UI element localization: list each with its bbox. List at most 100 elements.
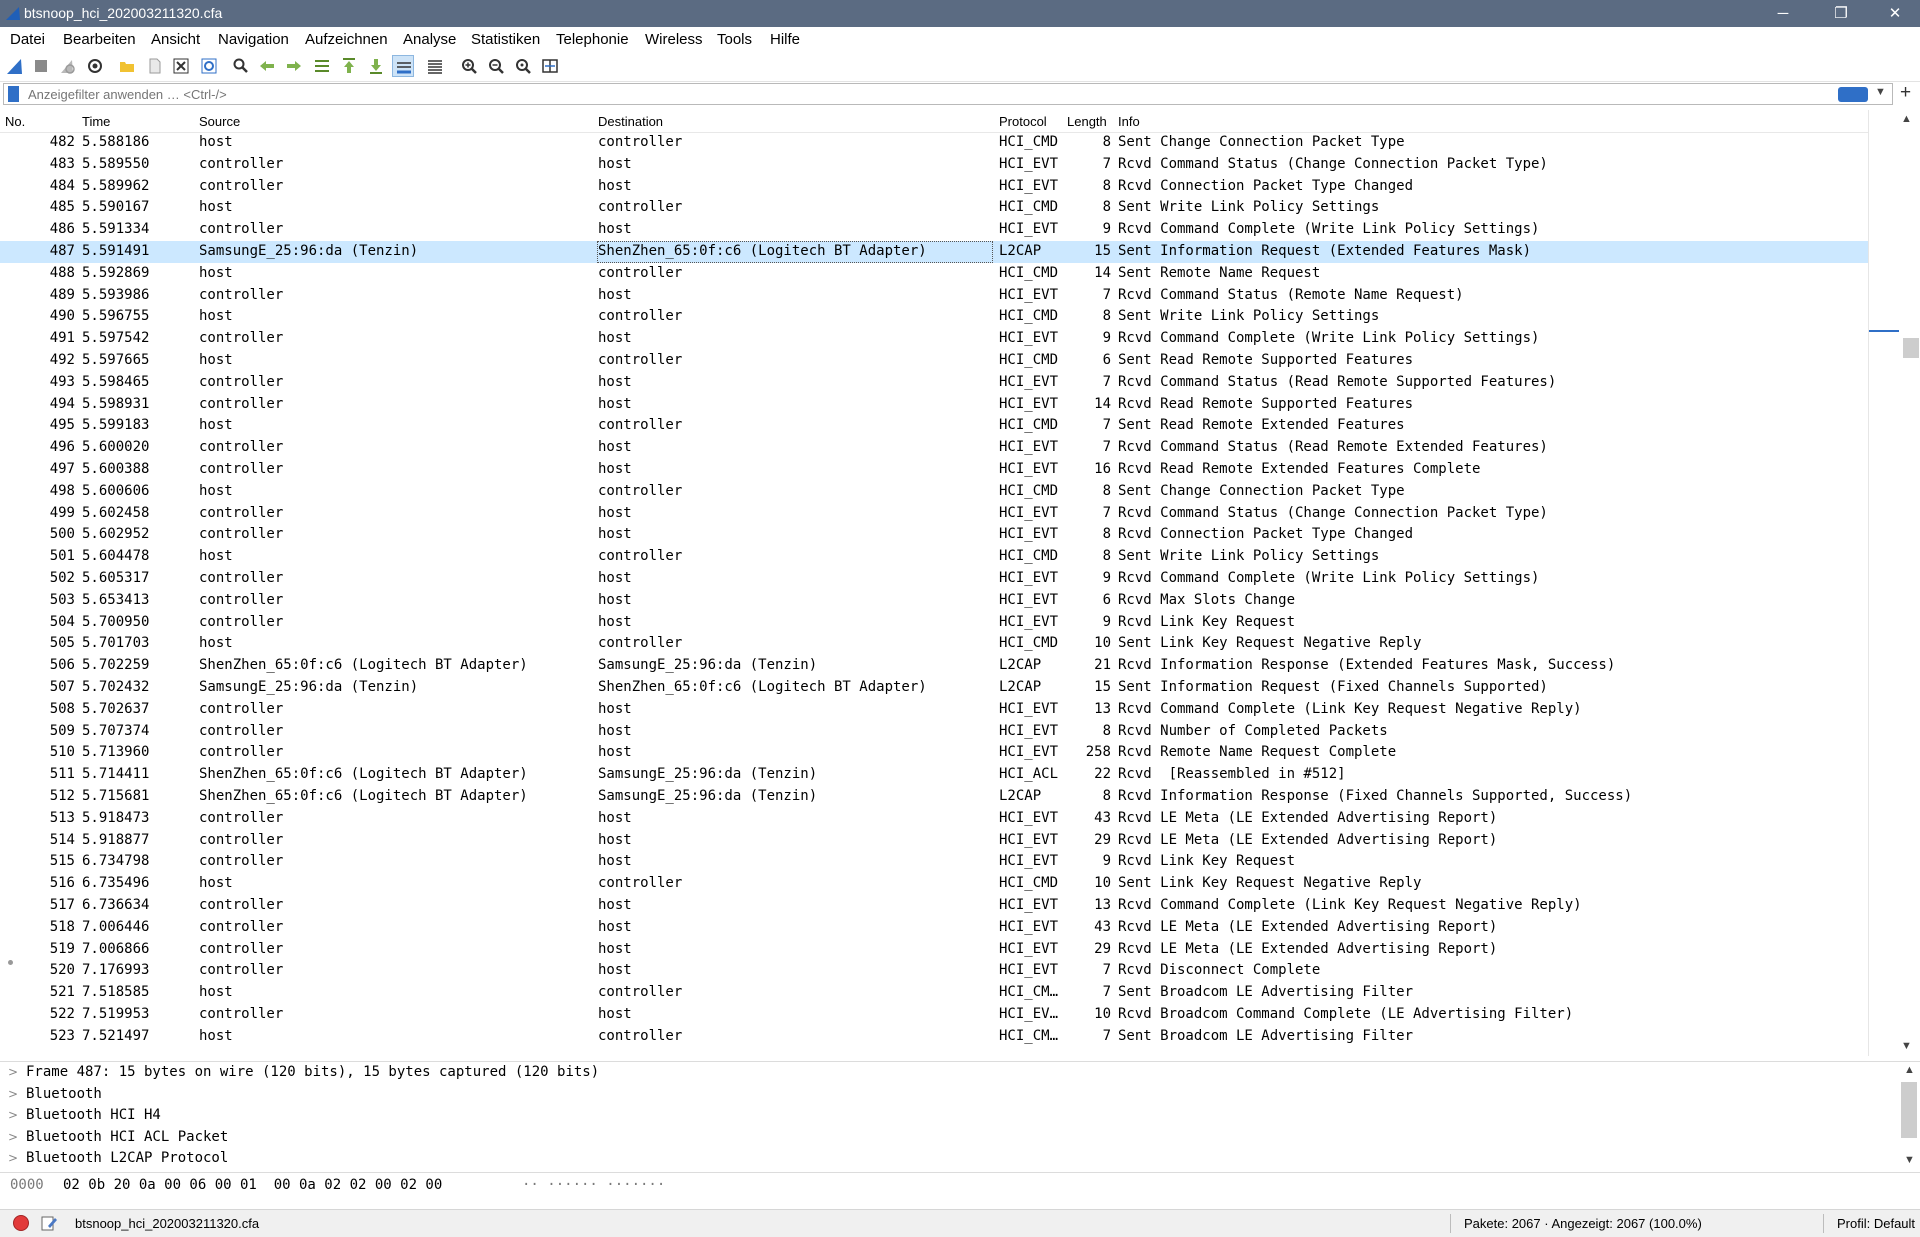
restart-icon[interactable] [56,55,78,77]
packet-row[interactable]: 508 5.702637 controller host HCI_EVT 13 Rcvd C… [0,699,1868,721]
last-packet-icon[interactable] [365,55,387,77]
options-gear-icon[interactable] [84,55,106,77]
packet-row[interactable]: 482 5.588186 host controller HCI_CMD 8 Sent Ch… [0,132,1868,154]
packet-row[interactable]: 485 5.590167 host controller HCI_CMD 8 Sent Wr… [0,197,1868,219]
close-file-icon[interactable] [170,55,192,77]
column-header-no[interactable]: No. [5,114,25,129]
packet-row[interactable]: 490 5.596755 host controller HCI_CMD 8 Sent Wr… [0,306,1868,328]
scroll-up-icon[interactable]: ▲ [1904,1064,1915,1076]
stop-icon[interactable] [30,55,52,77]
bytes-hex[interactable]: 02 0b 20 0a 00 06 00 01 00 0a 02 02 00 0… [63,1177,442,1193]
packet-row[interactable]: 511 5.714411 ShenZhen_65:0f:c6 (Logitech B… [0,764,1868,786]
packet-row[interactable]: 493 5.598465 controller host HCI_EVT 7 Rcvd Co… [0,372,1868,394]
packet-row[interactable]: 502 5.605317 controller host HCI_EVT 9 Rcvd Co… [0,568,1868,590]
packet-row[interactable]: 491 5.597542 controller host HCI_EVT 9 Rcvd Co… [0,328,1868,350]
expand-chevron-icon[interactable]: > [8,1127,18,1149]
menu-bearbeiten[interactable]: Bearbeiten [63,31,136,48]
add-filter-button-plus-icon[interactable]: + [1900,82,1911,104]
packet-row[interactable]: 494 5.598931 controller host HCI_EVT 14 Rcvd R… [0,394,1868,416]
menu-hilfe[interactable]: Hilfe [770,31,800,48]
packet-row[interactable]: 483 5.589550 controller host HCI_EVT 7 Rcvd Co… [0,154,1868,176]
expert-info-icon[interactable] [13,1215,29,1231]
packet-row[interactable]: 492 5.597665 host controller HCI_CMD 6 Sent Re… [0,350,1868,372]
menu-statistiken[interactable]: Statistiken [471,31,540,48]
reload-icon[interactable] [198,55,220,77]
menu-wireless[interactable]: Wireless [645,31,703,48]
scrollbar-thumb[interactable] [1903,338,1919,358]
zoom-in-icon[interactable] [458,55,480,77]
packet-row[interactable]: 510 5.713960 controller host HCI_EVT 258 Rcvd … [0,742,1868,764]
packet-row[interactable]: 499 5.602458 controller host HCI_EVT 7 Rcvd Co… [0,503,1868,525]
packet-row[interactable]: 488 5.592869 host controller HCI_CMD 14 Sent R… [0,263,1868,285]
packet-row[interactable]: 509 5.707374 controller host HCI_EVT 8 Rcvd Nu… [0,721,1868,743]
packet-row[interactable]: 489 5.593986 controller host HCI_EVT 7 Rcvd Co… [0,285,1868,307]
packet-row[interactable]: 495 5.599183 host controller HCI_CMD 7 Sent Re… [0,415,1868,437]
column-header-destination[interactable]: Destination [598,114,663,129]
packet-list-scrollbar[interactable]: ▲ ▼ [1868,110,1920,1056]
packet-row[interactable]: 521 7.518585 host controller HCI_CM… 7 Sent Br… [0,982,1868,1004]
zoom-reset-icon[interactable] [512,55,534,77]
packet-row[interactable]: 519 7.006866 controller host HCI_EVT 29 Rcvd L… [0,939,1868,961]
packet-row[interactable]: 523 7.521497 host controller HCI_CM… 7 Sent Br… [0,1026,1868,1048]
menu-datei[interactable]: Datei [10,31,45,48]
expand-chevron-icon[interactable]: > [8,1062,18,1084]
column-header-time[interactable]: Time [82,114,110,129]
menu-telephonie[interactable]: Telephonie [556,31,629,48]
column-header-length[interactable]: Length [1067,114,1107,129]
column-header-protocol[interactable]: Protocol [999,114,1047,129]
details-scrollbar[interactable]: ▲ ▼ [1898,1062,1920,1171]
menu-aufzeichnen[interactable]: Aufzeichnen [305,31,388,48]
forward-arrow-icon[interactable] [283,55,305,77]
packet-row[interactable]: 497 5.600388 controller host HCI_EVT 16 Rcvd R… [0,459,1868,481]
packet-row[interactable]: 522 7.519953 controller host HCI_EV… 10 Rcvd B… [0,1004,1868,1026]
go-to-packet-icon[interactable] [311,55,333,77]
find-icon[interactable] [230,55,252,77]
expand-chevron-icon[interactable]: > [8,1148,18,1170]
menu-navigation[interactable]: Navigation [218,31,289,48]
packet-row[interactable]: 512 5.715681 ShenZhen_65:0f:c6 (Logitech B… [0,786,1868,808]
packet-row[interactable]: 501 5.604478 host controller HCI_CMD 8 Sent Wr… [0,546,1868,568]
packet-row[interactable]: 520 7.176993 controller host HCI_EVT 7 Rcvd Di… [0,960,1868,982]
scroll-up-icon[interactable]: ▲ [1901,113,1912,125]
maximize-button[interactable]: ❐ [1818,0,1864,27]
zoom-out-icon[interactable] [485,55,507,77]
packet-row[interactable]: 487 5.591491 SamsungE_25:96:da (Tenzin) She… [0,241,1868,263]
column-header-info[interactable]: Info [1118,114,1140,129]
packet-row[interactable]: 506 5.702259 ShenZhen_65:0f:c6 (Logitech B… [0,655,1868,677]
packet-row[interactable]: 498 5.600606 host controller HCI_CMD 8 Sent Ch… [0,481,1868,503]
scrollbar-thumb[interactable] [1901,1082,1917,1138]
packet-row[interactable]: 486 5.591334 controller host HCI_EVT 9 Rcvd Co… [0,219,1868,241]
apply-filter-arrow-icon[interactable] [1838,87,1868,102]
display-filter-input[interactable] [28,85,1828,103]
packet-row[interactable]: 484 5.589962 controller host HCI_EVT 8 Rcvd Co… [0,176,1868,198]
packet-row[interactable]: 507 5.702432 SamsungE_25:96:da (Tenzin) She… [0,677,1868,699]
close-window-button[interactable]: ✕ [1872,0,1918,27]
open-folder-icon[interactable] [116,55,138,77]
capture-comment-edit-icon[interactable] [40,1214,58,1232]
packet-row[interactable]: 503 5.653413 controller host HCI_EVT 6 Rcvd Ma… [0,590,1868,612]
menu-ansicht[interactable]: Ansicht [151,31,200,48]
first-packet-icon[interactable] [338,55,360,77]
resize-columns-icon[interactable] [539,55,561,77]
packet-row[interactable]: 505 5.701703 host controller HCI_CMD 10 Sent L… [0,633,1868,655]
expand-chevron-icon[interactable]: > [8,1105,18,1127]
scroll-down-icon[interactable]: ▼ [1904,1154,1915,1166]
filter-history-dropdown-icon[interactable]: ▼ [1875,86,1886,98]
menu-tools[interactable]: Tools [717,31,752,48]
packet-row[interactable]: 518 7.006446 controller host HCI_EVT 43 Rcvd L… [0,917,1868,939]
scroll-down-icon[interactable]: ▼ [1901,1040,1912,1052]
menu-analyse[interactable]: Analyse [403,31,456,48]
minimize-button[interactable]: ─ [1760,0,1806,27]
packet-row[interactable]: 515 6.734798 controller host HCI_EVT 9 Rcvd Li… [0,851,1868,873]
packet-row[interactable]: 514 5.918877 controller host HCI_EVT 29 Rcvd L… [0,830,1868,852]
packet-row[interactable]: 496 5.600020 controller host HCI_EVT 7 Rcvd Co… [0,437,1868,459]
back-arrow-icon[interactable] [256,55,278,77]
open-file-icon[interactable] [144,55,166,77]
packet-row[interactable]: 500 5.602952 controller host HCI_EVT 8 Rcvd Co… [0,524,1868,546]
filter-bookmark-icon[interactable] [8,86,19,102]
bytes-ascii[interactable]: ·· ······ ······· [522,1177,665,1193]
expand-chevron-icon[interactable]: > [8,1084,18,1106]
packet-row[interactable]: 516 6.735496 host controller HCI_CMD 10 Sent L… [0,873,1868,895]
shark-fin-start-icon[interactable] [4,55,26,77]
column-header-source[interactable]: Source [199,114,240,129]
